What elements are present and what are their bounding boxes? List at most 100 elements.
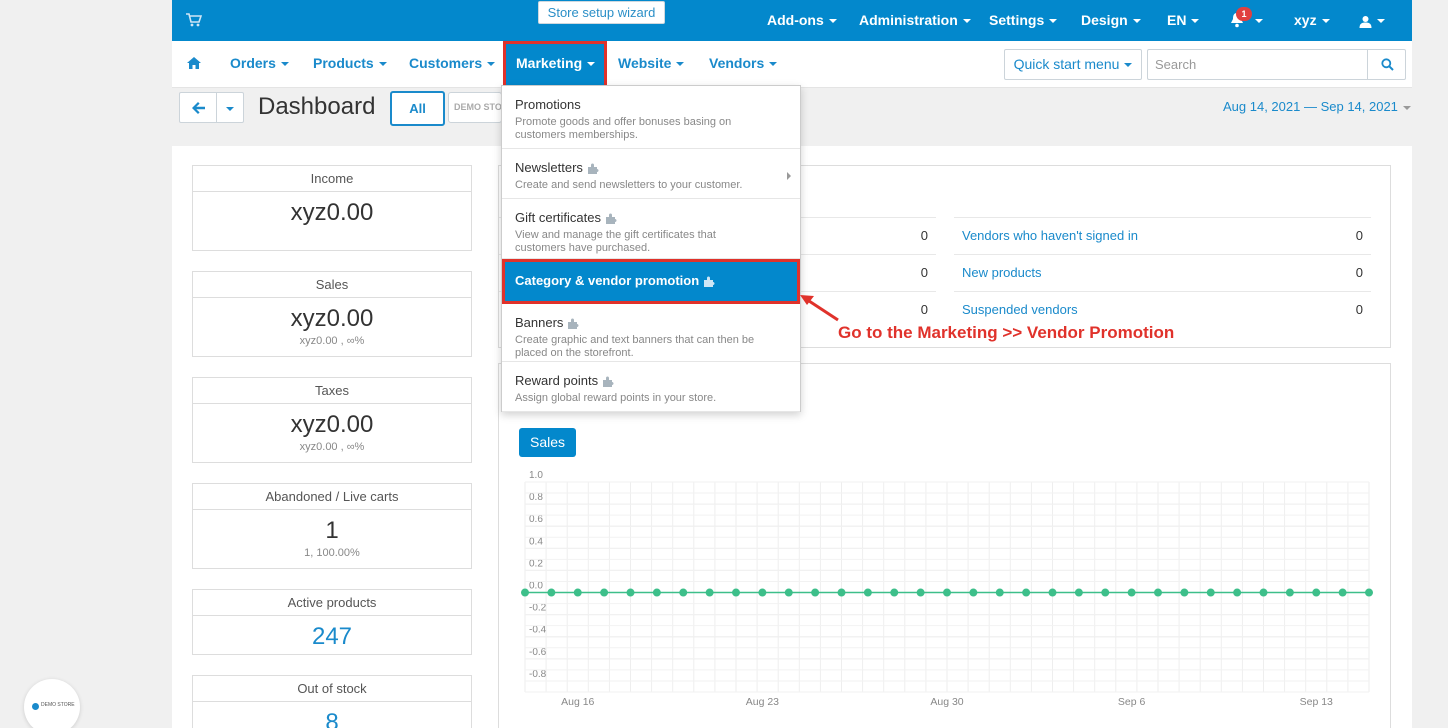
y-tick-label: 0.4 [529,536,543,547]
table-value: 0 [920,265,928,280]
table-row[interactable]: New products 0 [954,254,1371,291]
data-point [679,588,688,597]
stat-value[interactable]: 8 [193,710,471,728]
data-point [600,588,609,597]
topnav-language[interactable]: EN [1167,0,1200,41]
x-tick-label: Aug 23 [746,696,779,708]
menu-item-title: Banners [515,315,580,330]
data-point [705,588,714,597]
search-icon [1381,58,1394,71]
menu-item-promotions[interactable]: Promotions Promote goods and offer bonuse… [502,86,800,149]
stat-value: xyz0.00 [290,199,374,226]
menu-item-newsletters[interactable]: Newsletters Create and send newsletters t… [502,149,800,199]
topnav-settings[interactable]: Settings [989,0,1058,41]
data-point [1206,588,1215,597]
stat-label: Sales [193,272,471,298]
page-title: Dashboard [258,93,376,120]
demo-store-badge-label: DEMO STORE [41,702,75,708]
topnav-addons[interactable]: Add-ons [767,0,837,41]
data-point [732,588,740,597]
menu-item-title: Newsletters [515,160,600,175]
menu-item-gift-certificates[interactable]: Gift certificates View and manage the gif… [502,199,800,259]
search-button[interactable] [1367,49,1406,80]
back-button[interactable] [179,92,217,123]
account-menu[interactable] [1359,0,1385,41]
data-point [573,588,582,597]
stat-value[interactable]: 247 [193,624,471,650]
menu-item-description: Create and send newsletters to your cust… [515,179,743,191]
date-range-picker[interactable]: Aug 14, 2021 — Sep 14, 2021 [1223,99,1411,114]
menu-item-description: Promote goods and offer bonuses basing o… [515,116,732,141]
store-setup-wizard-button[interactable]: Store setup wizard [538,1,665,24]
data-point [1048,588,1057,597]
demo-store-badge[interactable]: DEMO STORE [24,679,80,728]
stat-abandoned-carts[interactable]: Abandoned / Live carts 1 1, 100.00% [192,483,472,569]
stat-active-products[interactable]: Active products 247 [192,589,472,655]
puzzle-icon [603,376,614,388]
stat-value: xyz0.00 [290,305,374,332]
menu-item-label: Gift certificates [515,210,601,225]
menu-item-label: Banners [515,315,564,330]
all-stores-button[interactable]: All [390,91,445,126]
nav-vendors[interactable]: Vendors [709,41,778,86]
demo-store-button[interactable]: DEMO STORE [448,92,502,123]
y-tick-label: 0.6 [529,514,543,525]
search-input[interactable] [1147,49,1368,80]
stat-taxes: Taxes xyz0.00 xyz0.00 , ∞% [192,377,472,463]
nav-orders[interactable]: Orders [230,41,289,86]
data-point [1127,588,1136,597]
data-point [1180,588,1189,597]
menu-item-description: Create graphic and text banners that can… [515,334,755,359]
nav-customers[interactable]: Customers [409,41,496,86]
stat-out-of-stock[interactable]: Out of stock 8 [192,675,472,728]
sales-chart-panel: Sales 1.0 0.8 0.6 0.4 0.2 0.0 -0.2 -0.4 -0.6 -0.8… [498,363,1391,728]
main-nav: Orders Products Customers Marketing Webs… [172,41,1412,88]
menu-item-category-vendor-promotion[interactable]: Category & vendor promotion [502,259,800,304]
puzzle-icon [605,213,617,225]
data-point [1338,588,1347,597]
data-point [1022,588,1031,597]
back-history-dropdown[interactable] [216,92,244,123]
data-point [890,588,899,597]
x-tick-label: Sep 6 [1118,696,1146,708]
data-point [1233,588,1242,597]
menu-item-reward-points[interactable]: Reward points Assign global reward points… [502,362,800,412]
menu-item-title: Reward points [515,373,615,388]
data-point [1312,588,1321,597]
stat-sales: Sales xyz0.00 xyz0.00 , ∞% [192,271,472,357]
menu-item-title: Gift certificates [515,210,618,225]
topnav-administration[interactable]: Administration [859,0,971,41]
stat-label: Active products [193,590,471,616]
menu-item-description: Assign global reward points in your stor… [515,392,717,404]
quick-start-menu-button[interactable]: Quick start menu [1004,49,1142,80]
y-tick-label: -0.4 [529,625,547,636]
menu-item-banners[interactable]: Banners Create graphic and text banners t… [502,304,800,362]
cart-icon[interactable] [186,13,202,27]
data-point [837,588,846,597]
data-point [1259,588,1268,597]
table-row[interactable]: Vendors who haven't signed in 0 [954,217,1371,254]
table-link[interactable]: Vendors who haven't signed in [962,218,1138,254]
topnav-design[interactable]: Design [1081,0,1141,41]
data-point [916,588,925,597]
y-tick-label: 1.0 [529,470,543,481]
data-point [863,588,872,597]
puzzle-icon [587,163,599,175]
table-value: 0 [1355,302,1363,317]
data-point [995,588,1004,597]
home-icon[interactable] [187,57,201,69]
nav-products[interactable]: Products [313,41,387,86]
nav-website[interactable]: Website [618,41,685,86]
notifications-caret[interactable] [1250,0,1263,41]
stat-value: 1 [325,517,339,544]
y-tick-label: -0.2 [529,603,547,614]
nav-marketing[interactable]: Marketing [503,41,607,88]
y-tick-label: 0.0 [529,581,543,592]
table-link[interactable]: New products [962,255,1041,291]
x-tick-label: Sep 13 [1300,696,1333,708]
data-point [1365,588,1373,597]
puzzle-icon [568,318,579,330]
table-value: 0 [1355,228,1363,243]
y-tick-label: -0.8 [529,669,547,680]
topnav-user[interactable]: xyz [1294,0,1330,41]
